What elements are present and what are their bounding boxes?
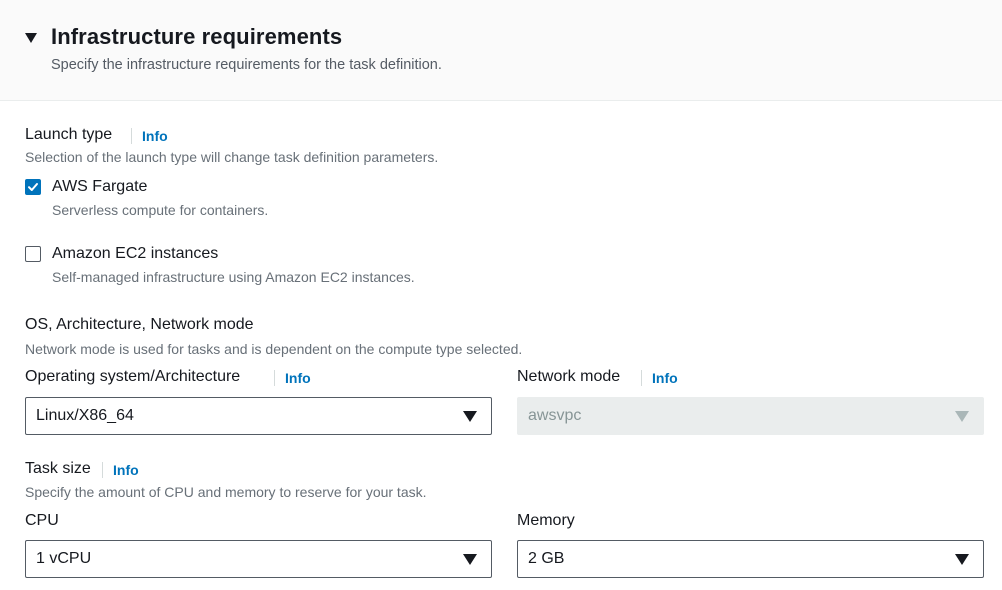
- os-arch-network-label: OS, Architecture, Network mode: [25, 316, 254, 333]
- launch-type-label: Launch type: [25, 126, 113, 143]
- memory-select[interactable]: 2 GB: [517, 540, 984, 578]
- section-header[interactable]: Infrastructure requirements Specify the …: [0, 0, 1002, 101]
- network-mode-select: awsvpc: [517, 397, 984, 435]
- cpu-value: 1 vCPU: [36, 550, 92, 567]
- dropdown-triangle-icon: [463, 554, 477, 565]
- network-mode-info-link[interactable]: Info: [641, 370, 678, 386]
- aws-fargate-checkbox[interactable]: [25, 179, 41, 195]
- aws-fargate-label[interactable]: AWS Fargate: [52, 178, 147, 196]
- task-size-label: Task size: [25, 460, 91, 477]
- memory-label: Memory: [517, 512, 575, 529]
- section-description: Specify the infrastructure requirements …: [51, 57, 442, 73]
- dropdown-triangle-icon: [463, 411, 477, 422]
- network-mode-value: awsvpc: [528, 407, 582, 424]
- task-size-description: Specify the amount of CPU and memory to …: [25, 484, 427, 500]
- network-mode-label: Network mode: [517, 368, 621, 385]
- os-arch-label: Operating system/Architecture: [25, 368, 241, 385]
- os-arch-value: Linux/X86_64: [36, 407, 134, 424]
- dropdown-triangle-icon: [955, 411, 969, 422]
- aws-fargate-description: Serverless compute for containers.: [52, 202, 269, 218]
- os-arch-network-description: Network mode is used for tasks and is de…: [25, 341, 523, 357]
- dropdown-triangle-icon: [955, 554, 969, 565]
- launch-type-info-link[interactable]: Info: [131, 128, 168, 144]
- memory-value: 2 GB: [528, 550, 565, 567]
- cpu-select[interactable]: 1 vCPU: [25, 540, 492, 578]
- launch-type-description: Selection of the launch type will change…: [25, 149, 439, 165]
- os-arch-select[interactable]: Linux/X86_64: [25, 397, 492, 435]
- section-title: Infrastructure requirements: [51, 24, 343, 49]
- caret-down-icon[interactable]: [25, 33, 37, 43]
- amazon-ec2-label[interactable]: Amazon EC2 instances: [52, 245, 218, 263]
- amazon-ec2-checkbox[interactable]: [25, 246, 41, 262]
- checkmark-icon: [28, 183, 38, 191]
- cpu-label: CPU: [25, 512, 59, 529]
- task-size-info-link[interactable]: Info: [102, 462, 139, 478]
- os-arch-info-link[interactable]: Info: [274, 370, 311, 386]
- amazon-ec2-description: Self-managed infrastructure using Amazon…: [52, 269, 415, 285]
